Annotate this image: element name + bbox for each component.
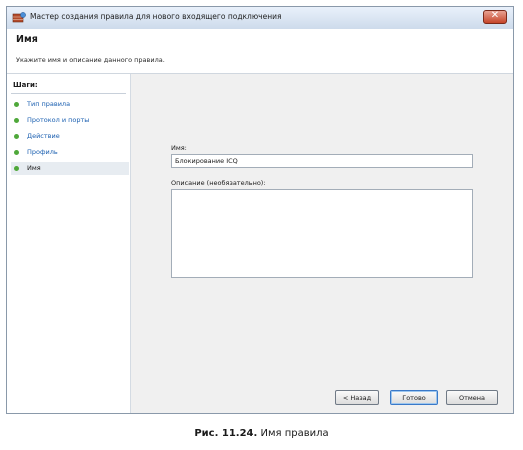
name-label: Имя: — [171, 144, 187, 152]
page-subtitle: Укажите имя и описание данного правила. — [16, 56, 165, 64]
close-button[interactable]: ✕ — [483, 10, 507, 24]
close-icon: ✕ — [490, 10, 500, 21]
step-label: Тип правила — [27, 100, 71, 108]
step-label: Действие — [27, 132, 60, 140]
firewall-icon — [12, 12, 26, 23]
steps-panel: Шаги: Тип правила Протокол и порты Дейст… — [7, 74, 131, 413]
description-textarea[interactable] — [171, 189, 473, 278]
figure-caption: Рис. 11.24. Имя правила — [0, 428, 523, 439]
step-name[interactable]: Имя — [11, 162, 129, 175]
step-action[interactable]: Действие — [11, 130, 129, 143]
step-complete-icon — [14, 118, 19, 123]
step-complete-icon — [14, 102, 19, 107]
step-complete-icon — [14, 134, 19, 139]
step-complete-icon — [14, 150, 19, 155]
step-label: Протокол и порты — [27, 116, 90, 124]
step-rule-type[interactable]: Тип правила — [11, 98, 129, 111]
title-bar[interactable]: Мастер создания правила для нового входя… — [7, 7, 513, 30]
window-title: Мастер создания правила для нового входя… — [30, 12, 282, 21]
finish-button[interactable]: Готово — [390, 390, 438, 405]
figure-number: Рис. 11.24. — [194, 428, 258, 439]
name-input[interactable] — [171, 154, 473, 168]
page-title: Имя — [16, 34, 38, 45]
step-protocol-ports[interactable]: Протокол и порты — [11, 114, 129, 127]
steps-divider — [11, 93, 126, 94]
figure-caption-text: Имя правила — [257, 428, 329, 439]
step-current-icon — [14, 166, 19, 171]
cancel-button[interactable]: Отмена — [446, 390, 498, 405]
step-profile[interactable]: Профиль — [11, 146, 129, 159]
page-header: Имя Укажите имя и описание данного прави… — [7, 29, 513, 74]
step-label: Имя — [27, 164, 41, 172]
wizard-window: Мастер создания правила для нового входя… — [6, 6, 514, 414]
content-panel: Имя: Описание (необязательно): < Назад Г… — [131, 74, 513, 413]
step-label: Профиль — [27, 148, 58, 156]
description-label: Описание (необязательно): — [171, 179, 266, 187]
back-button[interactable]: < Назад — [335, 390, 379, 405]
steps-title: Шаги: — [13, 81, 38, 89]
